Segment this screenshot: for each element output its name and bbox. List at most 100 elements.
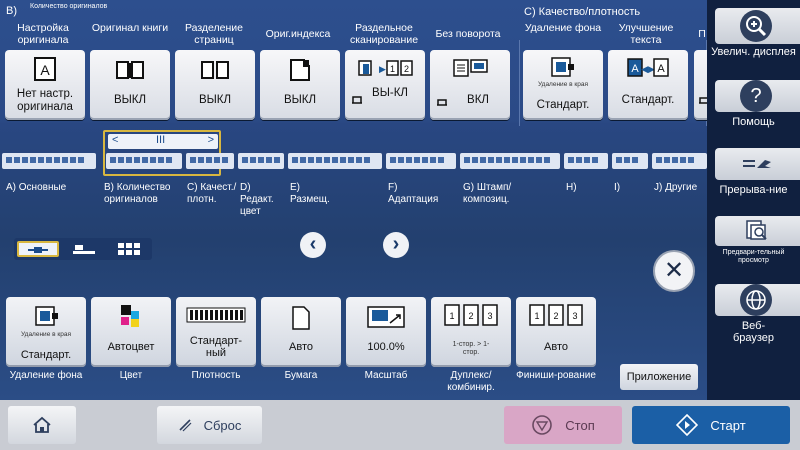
- section-c-header: C) Качество/плотность: [524, 6, 641, 18]
- tab-label: H): [566, 182, 577, 193]
- tile-value: Стандарт.: [621, 94, 675, 106]
- document-a-icon: A: [34, 57, 56, 81]
- shortcut-duplex[interactable]: 1 2 3 1-стор. > 1-стор.: [431, 297, 511, 367]
- page-separation-button[interactable]: ВЫКЛ: [175, 50, 255, 120]
- shortcut-color[interactable]: Автоцвет: [91, 297, 171, 367]
- shortcut-label: Бумага: [284, 370, 318, 381]
- page-number: 1: [534, 311, 539, 321]
- globe-icon: [740, 284, 772, 316]
- tab-c-quality[interactable]: [186, 153, 234, 169]
- web-browser-button[interactable]: [715, 284, 800, 316]
- no-rotation-button[interactable]: ВКЛ: [430, 50, 510, 120]
- tab-scrollbar[interactable]: < III >: [108, 134, 218, 149]
- close-button[interactable]: ✕: [653, 250, 695, 292]
- tab-g-stamp[interactable]: [460, 153, 560, 169]
- tab-label: C) Качест./ плотн.: [187, 182, 237, 205]
- application-button[interactable]: Приложение: [620, 364, 698, 390]
- shortcut-label: Цвет: [119, 370, 143, 381]
- shortcut-background-removal[interactable]: Удаление в края Стандарт.: [6, 297, 86, 367]
- shortcut-label: Плотность: [191, 370, 241, 381]
- section-b-header: B) Количество оригиналов: [6, 3, 107, 17]
- list-view-icon: [28, 247, 48, 253]
- stop-label: Стоп: [565, 417, 595, 433]
- partial-function-button[interactable]: [694, 50, 707, 120]
- bottom-bar: Сброс Стоп Старт: [0, 400, 800, 450]
- page-number: 2: [553, 311, 558, 321]
- magnify-display-label: Увелич. дисплея: [711, 46, 796, 58]
- svg-text:◀▶: ◀▶: [641, 64, 655, 74]
- tile-view-icon[interactable]: [64, 242, 104, 256]
- background-removal-button[interactable]: Удаление в края Стандарт.: [523, 50, 603, 120]
- svg-text:A: A: [631, 63, 639, 75]
- tab-e-layout[interactable]: [288, 153, 382, 169]
- text-enhance-icon: A ◀▶ A: [627, 58, 669, 77]
- start-icon: [676, 414, 699, 436]
- tab-f-adaptation[interactable]: [386, 153, 456, 169]
- background-removal-icon: [551, 57, 574, 77]
- tile-caption: Удаление в края: [538, 81, 588, 88]
- function-label: Оригинал книги: [91, 22, 169, 34]
- finishing-icon: 1 2 3: [529, 304, 583, 326]
- color-squares-icon: [121, 305, 139, 327]
- stop-icon: [532, 415, 553, 435]
- no-rotate-icon: [453, 59, 488, 77]
- tab-h[interactable]: [564, 153, 608, 169]
- tile-value: Нет настр. оригинала: [16, 88, 74, 113]
- chevron-right-icon: ›: [392, 233, 400, 255]
- scroll-right-arrow[interactable]: >: [208, 134, 214, 146]
- tab-d-color[interactable]: [238, 153, 284, 169]
- scroll-left-arrow[interactable]: <: [112, 134, 118, 146]
- web-browser-label: Веб-браузер: [732, 320, 775, 344]
- function-label: Без поворота: [435, 28, 501, 40]
- original-settings-button[interactable]: A Нет настр. оригинала: [5, 50, 85, 120]
- right-sidebar: Увелич. дисплея ? Помощь Прерыва-ние Пре…: [707, 0, 800, 400]
- tile-value: ВКЛ: [467, 94, 489, 106]
- tab-label: I): [614, 182, 621, 193]
- shortcut-finishing[interactable]: 1 2 3 Авто: [516, 297, 596, 367]
- function-label: П: [698, 28, 706, 40]
- stop-button[interactable]: Стоп: [504, 406, 622, 444]
- help-button[interactable]: ?: [715, 80, 800, 112]
- shortcut-caption: 1-стор. > 1-стор.: [452, 341, 490, 356]
- separate-scan-button[interactable]: ▶ 1 2 ВЫ-КЛ: [345, 50, 425, 120]
- text-enhancement-button[interactable]: A ◀▶ A Стандарт.: [608, 50, 688, 120]
- reset-label: Сброс: [203, 417, 242, 433]
- function-label: Разделение страниц: [184, 22, 244, 46]
- function-label: Ориг.индекса: [265, 28, 331, 40]
- shortcut-label: Масштаб: [364, 370, 408, 381]
- function-label: Раздельное сканирование: [349, 22, 419, 46]
- svg-text:▶: ▶: [379, 64, 386, 74]
- shortcut-value: Стандарт.: [20, 349, 72, 361]
- tray-icon: [699, 97, 707, 104]
- magnify-display-button[interactable]: [715, 8, 800, 44]
- list-view-icon[interactable]: [17, 241, 59, 257]
- tab-a-basic[interactable]: [2, 153, 96, 169]
- index-original-button[interactable]: ВЫКЛ: [260, 50, 340, 120]
- home-button[interactable]: [8, 406, 76, 444]
- shortcut-value: Авто: [544, 341, 568, 353]
- shortcut-paper[interactable]: Авто: [261, 297, 341, 367]
- tab-i[interactable]: [612, 153, 648, 169]
- preview-button[interactable]: [715, 216, 800, 246]
- scroll-thumb[interactable]: III: [156, 134, 165, 146]
- book-icon: [116, 61, 144, 79]
- shortcut-value: 100.0%: [367, 341, 405, 353]
- shortcut-zoom[interactable]: 100.0%: [346, 297, 426, 367]
- background-removal-icon: [35, 306, 58, 326]
- interrupt-button[interactable]: [715, 148, 800, 180]
- tab-b-originals[interactable]: [106, 153, 182, 169]
- next-page-button[interactable]: ›: [383, 232, 409, 258]
- zoom-ratio-icon: [367, 306, 405, 328]
- reset-button[interactable]: Сброс: [157, 406, 262, 444]
- svg-text:A: A: [657, 63, 665, 75]
- density-scale-icon: [186, 307, 246, 323]
- grid-view-icon[interactable]: [108, 242, 148, 256]
- interrupt-label: Прерыва-ние: [719, 184, 788, 196]
- prev-page-button[interactable]: ‹: [300, 232, 326, 258]
- book-original-button[interactable]: ВЫКЛ: [90, 50, 170, 120]
- tab-j-other[interactable]: [652, 153, 707, 169]
- tab-label: J) Другие: [654, 182, 698, 193]
- start-button[interactable]: Старт: [632, 406, 790, 444]
- close-icon: ✕: [663, 257, 685, 284]
- shortcut-density[interactable]: Стандарт-ный: [176, 297, 256, 367]
